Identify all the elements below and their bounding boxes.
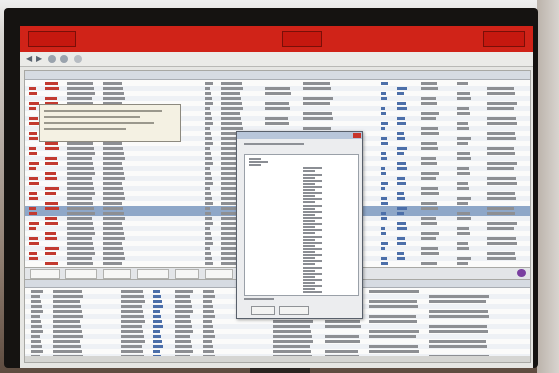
dialog-list[interactable] <box>244 154 359 296</box>
list-item[interactable] <box>303 291 322 294</box>
status-bar <box>25 356 530 362</box>
list-item[interactable] <box>303 226 315 229</box>
list-item[interactable] <box>303 244 315 247</box>
toolbar: ◀ ▶ <box>20 52 533 67</box>
back-arrow-icon[interactable]: ◀ <box>26 54 32 64</box>
list-item[interactable] <box>303 241 322 244</box>
list-item[interactable] <box>249 164 261 167</box>
list-item[interactable] <box>303 204 322 207</box>
dialog-titlebar <box>237 132 362 139</box>
list-item[interactable] <box>303 257 315 260</box>
list-item[interactable] <box>303 285 322 288</box>
list-item[interactable] <box>303 220 315 222</box>
list-item[interactable] <box>303 170 315 173</box>
list-item[interactable] <box>303 247 322 250</box>
window-titlebar <box>20 26 533 52</box>
list-item[interactable] <box>303 269 315 272</box>
monitor-stand <box>250 368 310 373</box>
list-item[interactable] <box>303 238 315 241</box>
forward-arrow-icon[interactable]: ▶ <box>36 54 42 64</box>
action-button-4[interactable] <box>137 269 169 279</box>
dialog-ok-button[interactable] <box>251 306 275 315</box>
dialog-cancel-button[interactable] <box>279 306 309 315</box>
list-item[interactable] <box>303 229 322 232</box>
tooltip-popup <box>39 104 181 142</box>
list-item[interactable] <box>303 272 322 275</box>
list-item[interactable] <box>249 161 268 164</box>
action-button-5[interactable] <box>175 269 199 279</box>
list-item[interactable] <box>303 251 315 253</box>
list-item[interactable] <box>303 176 315 179</box>
brand-icon <box>517 269 526 277</box>
list-item[interactable] <box>303 192 322 195</box>
list-item[interactable] <box>303 213 315 216</box>
list-item[interactable] <box>303 167 322 170</box>
list-item[interactable] <box>303 282 315 284</box>
list-item[interactable] <box>303 288 315 291</box>
list-item[interactable] <box>303 254 322 257</box>
list-item[interactable] <box>303 216 322 219</box>
list-item[interactable] <box>303 201 315 204</box>
selection-dialog <box>236 131 363 319</box>
close-icon[interactable] <box>74 55 82 63</box>
action-button-2[interactable] <box>65 269 97 279</box>
list-item[interactable] <box>303 275 315 278</box>
list-item[interactable] <box>303 173 322 176</box>
list-item[interactable] <box>303 263 315 266</box>
titlebar-left-button[interactable] <box>28 31 76 47</box>
list-item[interactable] <box>303 232 315 235</box>
list-item[interactable] <box>249 158 261 160</box>
list-item[interactable] <box>303 195 315 198</box>
list-item[interactable] <box>303 185 322 188</box>
list-item[interactable] <box>303 189 315 191</box>
list-item[interactable] <box>303 278 322 281</box>
list-item[interactable] <box>303 223 322 226</box>
table-header <box>25 71 530 80</box>
list-item[interactable] <box>303 207 315 210</box>
refresh-icon[interactable] <box>48 55 56 63</box>
monitor-bezel: ◀ ▶ <box>4 8 538 368</box>
list-item[interactable] <box>303 179 322 182</box>
wall-edge <box>537 0 559 373</box>
settings-icon[interactable] <box>60 55 68 63</box>
list-item[interactable] <box>303 182 315 185</box>
titlebar-center-button[interactable] <box>282 31 322 47</box>
titlebar-right-button[interactable] <box>483 31 525 47</box>
action-button-1[interactable] <box>30 269 60 279</box>
monitor-screen: ◀ ▶ <box>20 26 533 368</box>
list-item[interactable] <box>303 235 322 238</box>
action-button-3[interactable] <box>103 269 131 279</box>
list-item[interactable] <box>303 198 322 201</box>
list-item[interactable] <box>303 210 322 213</box>
action-button-6[interactable] <box>205 269 233 279</box>
list-item[interactable] <box>303 266 322 269</box>
dialog-close-button[interactable] <box>353 133 361 138</box>
list-item[interactable] <box>303 260 322 263</box>
